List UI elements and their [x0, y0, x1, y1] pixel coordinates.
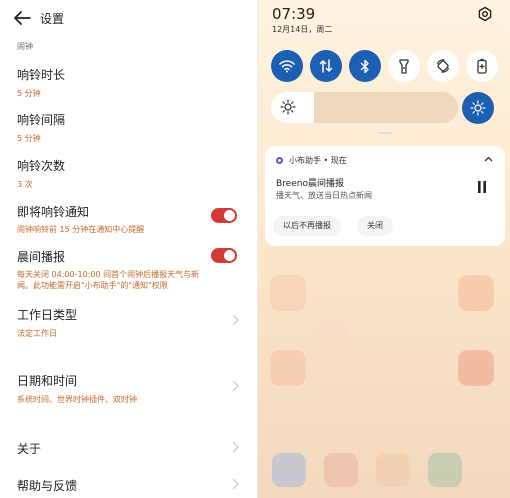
- upcoming-alarm-notice-toggle[interactable]: [211, 208, 237, 223]
- notification-body: 播天气、放送当日热点新闻: [276, 191, 372, 200]
- setting-title: 响铃间隔: [17, 113, 66, 127]
- section-header: 闹钟: [17, 42, 33, 51]
- auto-rotate-icon: [436, 59, 450, 73]
- setting-ring-count[interactable]: 响铃次数 3 次: [17, 157, 242, 190]
- setting-ring-interval[interactable]: 响铃间隔 5 分钟: [17, 111, 242, 144]
- blurred-app-icon: [318, 320, 348, 350]
- flashlight-toggle[interactable]: [388, 50, 420, 82]
- back-arrow-icon[interactable]: [12, 9, 32, 27]
- drag-handle[interactable]: [378, 132, 392, 134]
- chevron-right-icon: [232, 441, 239, 453]
- setting-morning-briefing: 晨间播报 每天关闭 04:00-10:00 间首个闹钟后播报天气与新闻。此功能需…: [17, 248, 202, 291]
- chevron-up-icon[interactable]: [484, 156, 493, 162]
- setting-title: 响铃时长: [17, 68, 66, 82]
- notification-title: Breeno晨间播报: [276, 179, 344, 189]
- setting-date-time[interactable]: 日期和时间 系统时间、世界时钟插件、双时钟: [17, 372, 242, 405]
- blurred-app-icon: [398, 395, 428, 425]
- setting-description: 闹钟响铃前 15 分钟在通知中心提醒: [17, 225, 145, 234]
- setting-title: 帮助与反馈: [17, 479, 78, 493]
- settings-header: 设置: [0, 0, 258, 36]
- setting-value: 3 次: [17, 180, 33, 189]
- auto-brightness-toggle[interactable]: [462, 92, 494, 124]
- flashlight-icon: [399, 59, 409, 74]
- gear-icon[interactable]: [477, 6, 493, 22]
- setting-title: 晨间播报: [17, 250, 66, 264]
- wifi-icon: [279, 60, 295, 73]
- blurred-dock-icon: [272, 453, 306, 487]
- morning-briefing-toggle[interactable]: [211, 248, 237, 263]
- blurred-app-icon: [270, 275, 306, 311]
- setting-title: 即将响铃通知: [17, 205, 90, 219]
- settings-panel: 设置 闹钟 响铃时长 5 分钟 响铃间隔 5 分钟 响铃次数 3 次 即将响铃通…: [0, 0, 258, 498]
- mobile-data-icon: [319, 59, 333, 73]
- pause-icon[interactable]: [477, 181, 487, 193]
- bluetooth-icon: [360, 59, 369, 73]
- wifi-toggle[interactable]: [271, 50, 303, 82]
- setting-description: 每天关闭 04:00-10:00 间首个闹钟后播报天气与新闻。此功能需开启"小布…: [17, 270, 200, 290]
- setting-value: 5 分钟: [17, 134, 41, 143]
- setting-title: 日期和时间: [17, 374, 78, 388]
- notification-app-name: 小布助手 • 现在: [289, 156, 347, 165]
- auto-rotate-toggle[interactable]: [427, 50, 459, 82]
- blurred-dock-icon: [324, 453, 358, 487]
- setting-upcoming-alarm-notice: 即将响铃通知 闹钟响铃前 15 分钟在通知中心提醒: [17, 203, 202, 235]
- brightness-slider[interactable]: [271, 92, 458, 123]
- blurred-dock-icon: [376, 453, 410, 487]
- close-button[interactable]: 关闭: [357, 216, 393, 236]
- dont-broadcast-again-button[interactable]: 以后不再播报: [273, 216, 341, 236]
- blurred-dock-icon: [428, 453, 462, 487]
- clock-date: 12月14日，周二: [272, 25, 333, 34]
- chevron-right-icon: [232, 314, 239, 326]
- bluetooth-toggle[interactable]: [349, 50, 381, 82]
- mobile-data-toggle[interactable]: [310, 50, 342, 82]
- notification-card[interactable]: 小布助手 • 现在 Breeno晨间播报 播天气、放送当日热点新闻 以后不再播报…: [265, 146, 505, 246]
- chevron-right-icon: [232, 380, 239, 392]
- battery-saver-icon: [477, 58, 487, 74]
- setting-ring-duration[interactable]: 响铃时长 5 分钟: [17, 66, 242, 99]
- battery-saver-toggle[interactable]: [466, 50, 498, 82]
- brightness-icon: [280, 99, 296, 115]
- setting-description: 系统时间、世界时钟插件、双时钟: [17, 395, 137, 404]
- blurred-app-icon: [458, 275, 494, 311]
- notification-shade: 07:39 12月14日，周二 小布助手 • 现在 Breeno晨间播报 播天气…: [258, 0, 510, 498]
- setting-workday-type[interactable]: 工作日类型 法定工作日: [17, 306, 242, 339]
- chevron-right-icon: [232, 478, 239, 490]
- setting-value: 5 分钟: [17, 89, 41, 98]
- clock-time: 07:39: [272, 5, 316, 23]
- auto-brightness-icon: [470, 100, 486, 116]
- setting-help-feedback[interactable]: 帮助与反馈: [17, 477, 242, 494]
- blurred-app-icon: [458, 350, 494, 386]
- blurred-app-icon: [270, 350, 306, 386]
- app-logo-icon: [276, 157, 283, 164]
- setting-about[interactable]: 关于: [17, 440, 242, 457]
- setting-title: 工作日类型: [17, 308, 78, 322]
- setting-title: 响铃次数: [17, 159, 66, 173]
- page-title: 设置: [40, 12, 65, 26]
- setting-value: 法定工作日: [17, 329, 57, 338]
- setting-title: 关于: [17, 442, 42, 456]
